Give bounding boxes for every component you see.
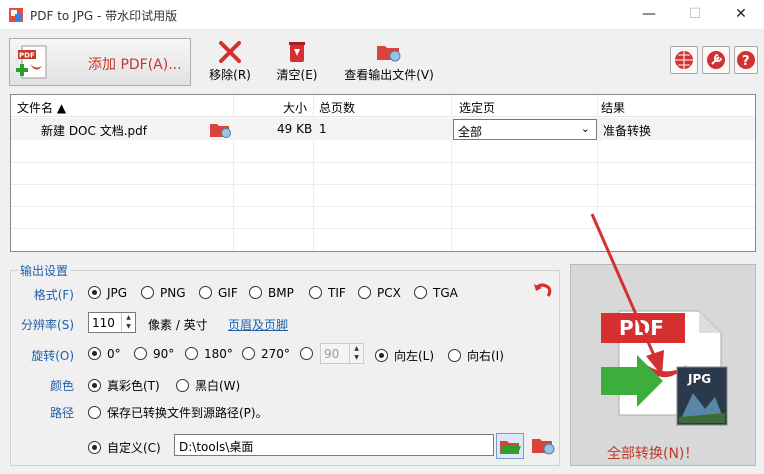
format-tif-radio[interactable]: TIF bbox=[309, 286, 346, 300]
color-label: 颜色 bbox=[49, 379, 74, 393]
rotate-0-radio[interactable]: 0° bbox=[88, 347, 121, 361]
path-label: 路径 bbox=[49, 406, 74, 420]
rotation-label: 旋转(O) bbox=[31, 349, 74, 363]
folder-search-icon bbox=[532, 439, 555, 455]
close-button[interactable]: ✕ bbox=[718, 0, 764, 30]
svg-text:?: ? bbox=[742, 54, 750, 69]
format-jpg-radio[interactable]: JPG bbox=[88, 286, 127, 300]
header-pages[interactable]: 总页数 bbox=[319, 99, 355, 116]
row-pages: 1 bbox=[319, 122, 327, 136]
website-button[interactable] bbox=[670, 46, 698, 74]
format-gif-radio[interactable]: GIF bbox=[199, 286, 238, 300]
convert-all-label: 全部转换(N)！ bbox=[607, 446, 699, 462]
selected-pages-value: 全部 bbox=[458, 125, 483, 139]
view-output-button[interactable]: 查看输出文件(V) bbox=[340, 40, 438, 83]
header-size[interactable]: 大小 bbox=[283, 99, 307, 116]
resolution-stepper[interactable]: 110 ▲ ▼ bbox=[88, 312, 136, 333]
open-folder-icon[interactable] bbox=[209, 120, 233, 140]
format-bmp-radio[interactable]: BMP bbox=[249, 286, 294, 300]
svg-text:PDF: PDF bbox=[19, 52, 35, 60]
remove-button[interactable]: 移除(R) bbox=[206, 40, 254, 83]
help-icon: ? bbox=[737, 51, 755, 69]
view-output-label: 查看输出文件(V) bbox=[344, 68, 434, 82]
undo-icon[interactable] bbox=[532, 280, 552, 300]
rotate-90-radio[interactable]: 90° bbox=[134, 347, 174, 361]
header-result[interactable]: 结果 bbox=[601, 99, 625, 116]
color-true-radio[interactable]: 真彩色(T) bbox=[88, 377, 160, 394]
rotate-right-radio[interactable]: 向右(I) bbox=[448, 347, 504, 364]
wrench-icon bbox=[707, 51, 725, 69]
open-output-folder-button[interactable] bbox=[530, 433, 558, 459]
color-bw-radio[interactable]: 黑白(W) bbox=[176, 377, 240, 394]
app-icon bbox=[9, 8, 23, 22]
stepper-arrows-icon[interactable]: ▲ ▼ bbox=[349, 344, 363, 363]
chevron-down-icon: ⌄ bbox=[580, 122, 590, 135]
clear-label: 清空(E) bbox=[276, 68, 318, 82]
folder-icon bbox=[500, 441, 521, 454]
add-pdf-icon: PDF bbox=[16, 45, 47, 79]
row-size: 49 KB bbox=[277, 122, 313, 136]
format-png-radio[interactable]: PNG bbox=[141, 286, 186, 300]
path-source-radio[interactable]: 保存已转换文件到源路径(P)。 bbox=[88, 404, 268, 421]
remove-icon bbox=[219, 41, 241, 63]
selected-pages-select[interactable]: 全部 ⌄ bbox=[453, 119, 597, 140]
browse-folder-button[interactable] bbox=[496, 433, 524, 459]
header-footer-link[interactable]: 页眉及页脚 bbox=[228, 316, 288, 333]
annotation-arrow-icon bbox=[590, 213, 664, 376]
header-selected-pages[interactable]: 选定页 bbox=[459, 99, 495, 116]
resolution-unit: 像素 / 英寸 bbox=[148, 318, 208, 332]
maximize-button[interactable]: ☐ bbox=[672, 0, 718, 30]
rotate-180-radio[interactable]: 180° bbox=[185, 347, 233, 361]
remove-label: 移除(R) bbox=[209, 68, 251, 82]
settings-button[interactable] bbox=[702, 46, 730, 74]
globe-icon bbox=[675, 51, 693, 69]
clear-button[interactable]: 清空(E) bbox=[274, 40, 320, 83]
table-header: 文件名 ▲ 大小 总页数 选定页 结果 bbox=[11, 95, 755, 117]
header-filename[interactable]: 文件名 ▲ bbox=[17, 99, 66, 116]
format-label: 格式(F) bbox=[33, 288, 74, 302]
title-bar: PDF to JPG - 带水印试用版 — ☐ ✕ bbox=[0, 0, 764, 30]
add-pdf-label: 添加 PDF(A)... bbox=[88, 57, 182, 73]
window-title: PDF to JPG - 带水印试用版 bbox=[30, 9, 178, 23]
recycle-bin-icon bbox=[289, 42, 305, 62]
resolution-label: 分辨率(S) bbox=[21, 318, 74, 332]
row-filename: 新建 DOC 文档.pdf bbox=[41, 124, 147, 138]
folder-search-icon bbox=[377, 46, 401, 62]
rotate-left-radio[interactable]: 向左(L) bbox=[375, 347, 434, 364]
row-result: 准备转换 bbox=[603, 124, 652, 138]
path-custom-radio[interactable]: 自定义(C) bbox=[88, 439, 161, 456]
add-pdf-button[interactable]: PDF 添加 PDF(A)... bbox=[9, 38, 191, 86]
format-pcx-radio[interactable]: PCX bbox=[358, 286, 401, 300]
rotation-custom-stepper[interactable]: 90 ▲ ▼ bbox=[320, 343, 364, 364]
rotate-270-radio[interactable]: 270° bbox=[242, 347, 290, 361]
output-settings-title: 输出设置 bbox=[18, 262, 71, 279]
format-tga-radio[interactable]: TGA bbox=[414, 286, 458, 300]
svg-text:JPG: JPG bbox=[687, 372, 711, 386]
help-button[interactable]: ? bbox=[734, 46, 758, 74]
output-path-field[interactable]: D:\tools\桌面 bbox=[174, 434, 494, 456]
stepper-arrows-icon[interactable]: ▲ ▼ bbox=[121, 313, 135, 332]
minimize-button[interactable]: — bbox=[626, 0, 672, 30]
